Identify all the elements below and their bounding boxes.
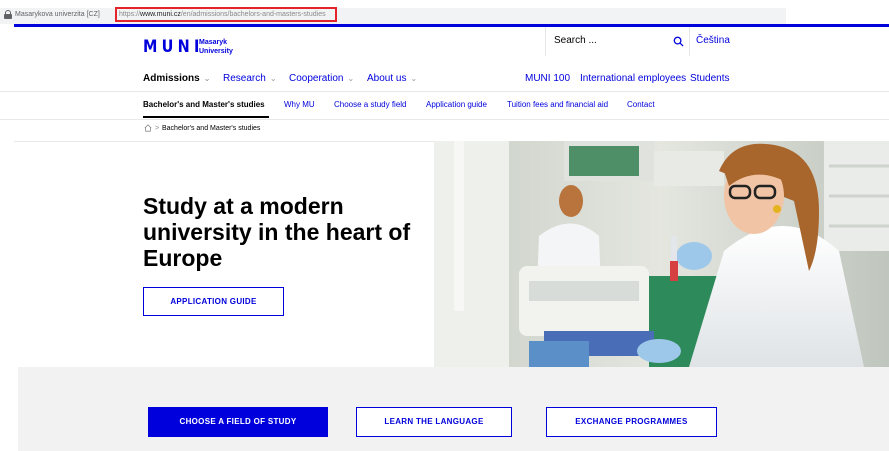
nav-research-label: Research: [223, 73, 266, 84]
chevron-down-icon: ⌄: [410, 74, 418, 83]
hero-title: Study at a modern university in the hear…: [143, 193, 411, 271]
application-guide-button[interactable]: APPLICATION GUIDE: [143, 287, 284, 316]
nav-research[interactable]: Research ⌄: [223, 73, 277, 87]
logo-line-2: University: [199, 48, 233, 55]
breadcrumb-current: Bachelor's and Master's studies: [162, 125, 261, 132]
search-input[interactable]: Search ...: [554, 35, 597, 47]
nav-about-us[interactable]: About us ⌄: [367, 73, 417, 87]
choose-field-button[interactable]: CHOOSE A FIELD OF STUDY: [148, 407, 328, 437]
subnav-bachelors-masters[interactable]: Bachelor's and Master's studies: [143, 100, 265, 110]
divider: [0, 91, 889, 92]
address-url[interactable]: https://www.muni.cz/en/admissions/bachel…: [119, 10, 326, 20]
url-prefix: https://: [119, 11, 141, 18]
nav-about-label: About us: [367, 73, 407, 84]
lab-photo-illustration: [434, 141, 889, 367]
nav-students[interactable]: Students: [690, 73, 729, 87]
hero-lab-photo: [434, 141, 889, 367]
search-box[interactable]: Search ...: [545, 27, 690, 56]
nav-international-employees[interactable]: International employees: [580, 73, 686, 87]
logo-wordmark: Masaryk University: [199, 38, 233, 56]
breadcrumb-separator: >: [155, 125, 160, 132]
nav-admissions[interactable]: Admissions ⌄: [143, 73, 210, 87]
nav-cooperation[interactable]: Cooperation ⌄: [289, 73, 354, 87]
url-path: /en/admissions/bachelors-and-masters-stu…: [180, 11, 326, 18]
site-identity[interactable]: Masarykova univerzita [CZ]: [15, 10, 100, 20]
nav-admissions-label: Admissions: [143, 73, 200, 84]
learn-language-button[interactable]: LEARN THE LANGUAGE: [356, 407, 512, 437]
language-link[interactable]: Čeština: [696, 35, 730, 47]
logo-line-1: Masaryk: [199, 39, 228, 46]
muni-logo[interactable]: MUNI Masaryk University: [143, 37, 233, 57]
subnav-tuition[interactable]: Tuition fees and financial aid: [507, 100, 608, 110]
subnav-why-mu[interactable]: Why MU: [284, 100, 315, 110]
search-icon[interactable]: [673, 36, 684, 47]
header-accent-line: [14, 24, 889, 27]
chevron-down-icon: ⌄: [269, 74, 277, 83]
nav-muni100[interactable]: MUNI 100: [525, 73, 570, 87]
nav-cooperation-label: Cooperation: [289, 73, 344, 84]
exchange-programmes-button[interactable]: EXCHANGE PROGRAMMES: [546, 407, 717, 437]
subnav-application-guide[interactable]: Application guide: [426, 100, 487, 110]
active-tab-underline: [143, 116, 269, 118]
browser-address-bar: Masarykova univerzita [CZ] https://www.m…: [0, 0, 889, 24]
subnav-choose-field[interactable]: Choose a study field: [334, 100, 407, 110]
lock-icon[interactable]: [4, 10, 12, 20]
chevron-down-icon: ⌄: [203, 74, 211, 83]
divider: [0, 119, 889, 120]
chevron-down-icon: ⌄: [347, 74, 355, 83]
home-icon[interactable]: [144, 124, 152, 132]
url-domain: www.muni.cz: [140, 11, 181, 18]
logo-letters: MUNI: [143, 37, 204, 57]
subnav-contact[interactable]: Contact: [627, 100, 655, 110]
